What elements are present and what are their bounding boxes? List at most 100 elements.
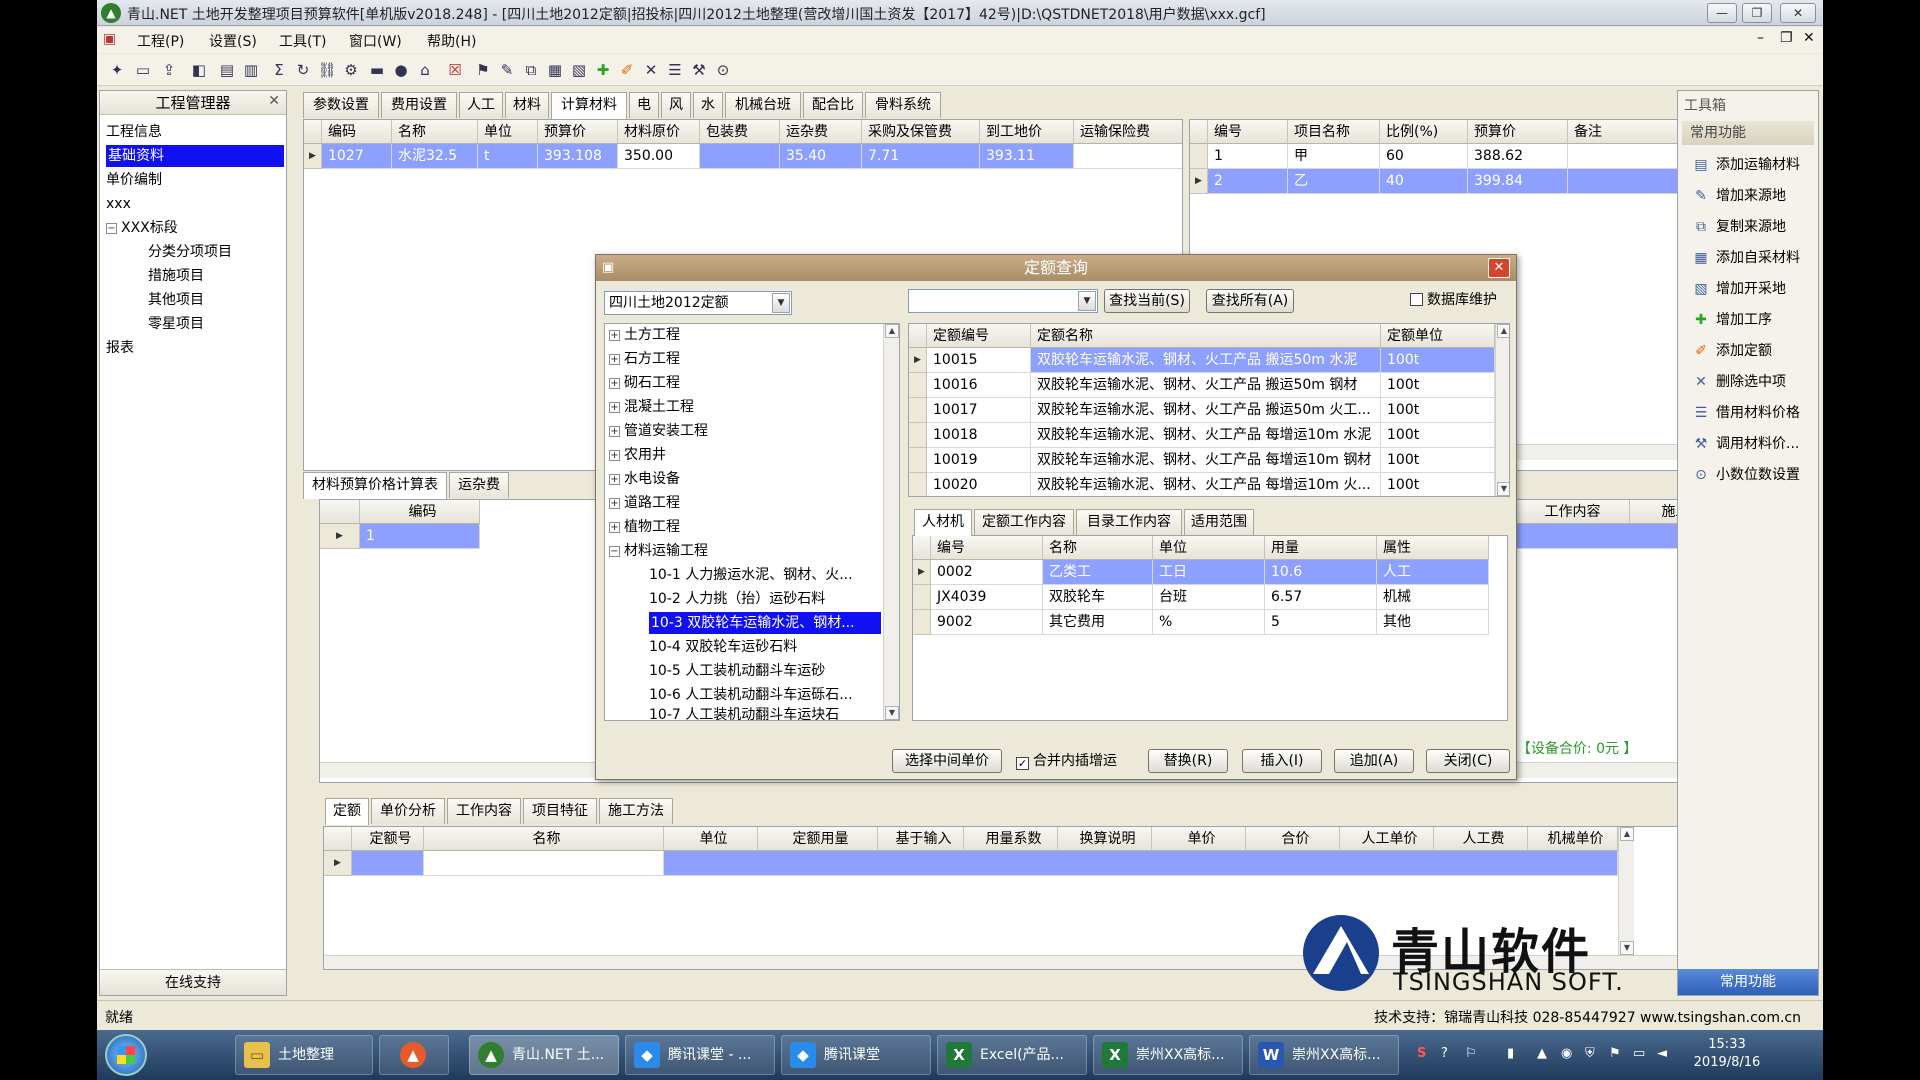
search-input[interactable]: ▼ — [908, 289, 1098, 313]
material-purchase-cell[interactable]: 7.71 — [862, 144, 980, 169]
open-folder-icon[interactable]: ▭ — [133, 60, 153, 80]
quota-name-cell[interactable]: 双胶轮车运输水泥、钢材、火工产品 搬运50m 水泥 — [1031, 348, 1381, 373]
source-name-cell[interactable]: 甲 — [1288, 144, 1380, 169]
task-qingshan[interactable]: ▲ 青山.NET 土... — [469, 1035, 619, 1075]
tab-scope[interactable]: 适用范围 — [1184, 509, 1254, 535]
stack-icon[interactable]: ▦ — [545, 60, 565, 80]
detail-attr-cell[interactable]: 其他 — [1377, 610, 1489, 635]
refresh-icon[interactable]: ↻ — [293, 60, 313, 80]
tool-decimal-settings[interactable]: ⊙ 小数位数设置 — [1692, 463, 1800, 487]
copy-icon[interactable]: ⧉ — [521, 60, 541, 80]
detail-amount-cell[interactable]: 5 — [1265, 610, 1377, 635]
merge-interp-checkbox[interactable]: ✓ 合并内插增运 — [1016, 752, 1117, 770]
tab-labor-material-machine[interactable]: 人材机 — [914, 509, 972, 536]
tool-copy-source[interactable]: ⧉ 复制来源地 — [1692, 215, 1786, 239]
collapse-icon[interactable]: − — [106, 222, 117, 234]
battery-icon[interactable]: ▮ — [1507, 1046, 1514, 1061]
link-icon[interactable]: ⛓ — [317, 60, 337, 80]
task-tencent-class-1[interactable]: ◆ 腾讯课堂 - ... — [625, 1035, 775, 1075]
tab-work-content[interactable]: 工作内容 — [447, 798, 521, 824]
library-select[interactable]: 四川土地2012定额 ▼ — [604, 291, 792, 315]
tool-add-quarry[interactable]: ▧ 增加开采地 — [1692, 277, 1786, 301]
tree-pipeline[interactable]: + 管道安装工程 — [609, 420, 708, 442]
detail-unit-cell[interactable]: % — [1153, 610, 1265, 635]
quota-code-cell[interactable]: 10016 — [927, 373, 1031, 398]
detail-name-cell[interactable]: 其它费用 — [1043, 610, 1153, 635]
tree-10-7[interactable]: 10-7 人工装机动翻斗车运块石 — [649, 704, 839, 720]
network-icon[interactable]: ◉ — [1561, 1046, 1572, 1061]
save-all-icon[interactable]: ▥ — [241, 60, 261, 80]
quota-name-cell[interactable]: 双胶轮车运输水泥、钢材、火工产品 每增运10m 火... — [1031, 473, 1381, 496]
source-price-cell[interactable]: 399.84 — [1468, 169, 1568, 194]
tool-add-self-material[interactable]: ▦ 添加自采材料 — [1692, 246, 1800, 270]
cross-icon[interactable]: ✕ — [641, 60, 661, 80]
toolbox-footer-button[interactable]: 常用功能 — [1678, 969, 1818, 995]
task-word[interactable]: W 崇州XX高标... — [1249, 1035, 1399, 1075]
find-current-button[interactable]: 查找当前(S) — [1104, 289, 1190, 313]
source-name-cell[interactable]: 乙 — [1288, 169, 1380, 194]
new-file-icon[interactable]: ✦ — [107, 60, 127, 80]
tree-concrete[interactable]: + 混凝土工程 — [609, 396, 694, 418]
tab-freight[interactable]: 运杂费 — [449, 472, 509, 498]
material-code-cell[interactable]: 1027 — [322, 144, 392, 169]
close-icon[interactable]: ✕ — [268, 93, 280, 109]
help-icon[interactable]: ? — [1441, 1046, 1448, 1061]
detail-attr-cell[interactable]: 人工 — [1377, 560, 1489, 585]
tab-mix[interactable]: 配合比 — [803, 92, 863, 118]
menu-settings[interactable]: 设置(S) — [209, 31, 257, 51]
source-no-cell[interactable]: 2 — [1208, 169, 1288, 194]
material-name-cell[interactable]: 水泥32.5 — [392, 144, 478, 169]
detail-attr-cell[interactable]: 机械 — [1377, 585, 1489, 610]
globe-icon[interactable]: ● — [391, 60, 411, 80]
chevron-down-icon[interactable]: ▼ — [772, 293, 790, 313]
start-button[interactable] — [105, 1034, 147, 1076]
tree-project-info[interactable]: 工程信息 — [106, 121, 162, 143]
expand-icon[interactable]: + — [609, 521, 620, 533]
tree-10-5[interactable]: 10-5 人工装机动翻斗车运砂 — [649, 660, 825, 682]
expand-icon[interactable]: + — [609, 353, 620, 365]
mdi-restore-icon[interactable]: ❐ — [1780, 30, 1793, 46]
minimize-button[interactable]: — — [1707, 3, 1737, 23]
quota-vscroll[interactable]: ▲ ▼ — [1495, 324, 1509, 496]
material-site-cell[interactable]: 393.11 — [980, 144, 1074, 169]
detail-amount-cell[interactable]: 6.57 — [1265, 585, 1377, 610]
expand-icon[interactable]: + — [609, 497, 620, 509]
expand-icon[interactable]: + — [609, 449, 620, 461]
material-insurance-cell[interactable] — [1074, 144, 1182, 169]
toolbox-section[interactable]: 常用功能 — [1682, 121, 1814, 145]
find-all-button[interactable]: 查找所有(A) — [1206, 289, 1294, 313]
folder-icon[interactable]: ▬ — [367, 60, 387, 80]
expand-icon[interactable]: + — [609, 425, 620, 437]
tool-add-quota[interactable]: ✐ 添加定额 — [1692, 339, 1772, 363]
report-icon[interactable]: ⚑ — [473, 60, 493, 80]
tree-basic-data[interactable]: 基础资料 — [106, 145, 284, 167]
chevron-down-icon[interactable]: ▼ — [1078, 291, 1096, 311]
menu-window[interactable]: 窗口(W) — [349, 31, 402, 51]
task-excel-1[interactable]: X Excel(产品... — [937, 1035, 1087, 1075]
quota-code-cell[interactable]: 10017 — [927, 398, 1031, 423]
tree-plant[interactable]: + 植物工程 — [609, 516, 680, 538]
mdi-close-icon[interactable]: ✕ — [1803, 30, 1815, 46]
quota-name-cell[interactable]: 双胶轮车运输水泥、钢材、火工产品 每增运10m 钢材 — [1031, 448, 1381, 473]
tool-add-source[interactable]: ✎ 增加来源地 — [1692, 184, 1786, 208]
tool-add-process[interactable]: ✚ 增加工序 — [1692, 308, 1772, 332]
tree-hydro[interactable]: + 水电设备 — [609, 468, 680, 490]
material-budget-cell[interactable]: 393.108 — [538, 144, 618, 169]
tab-labor[interactable]: 人工 — [459, 92, 503, 118]
paste-icon[interactable]: ▧ — [569, 60, 589, 80]
tree-masonry[interactable]: + 砌石工程 — [609, 372, 680, 394]
quota-code-cell[interactable]: 10015 — [927, 348, 1031, 373]
detail-name-cell[interactable]: 乙类工 — [1043, 560, 1153, 585]
tree-misc-items[interactable]: 零星项目 — [148, 313, 204, 335]
quota-unit-cell[interactable]: 100t — [1381, 423, 1495, 448]
sum-icon[interactable]: Σ — [269, 60, 289, 80]
tree-other-items[interactable]: 其他项目 — [148, 289, 204, 311]
material-original-cell[interactable]: 350.00 — [618, 144, 700, 169]
tab-methods[interactable]: 施工方法 — [599, 798, 673, 824]
tray-icon[interactable]: ⚐ — [1465, 1046, 1477, 1061]
expand-icon[interactable]: + — [609, 329, 620, 341]
mdi-minimize-icon[interactable]: – — [1757, 30, 1764, 46]
menu-project[interactable]: 工程(P) — [137, 31, 184, 51]
detail-name-cell[interactable]: 双胶轮车 — [1043, 585, 1153, 610]
quota-unit-cell[interactable]: 100t — [1381, 448, 1495, 473]
